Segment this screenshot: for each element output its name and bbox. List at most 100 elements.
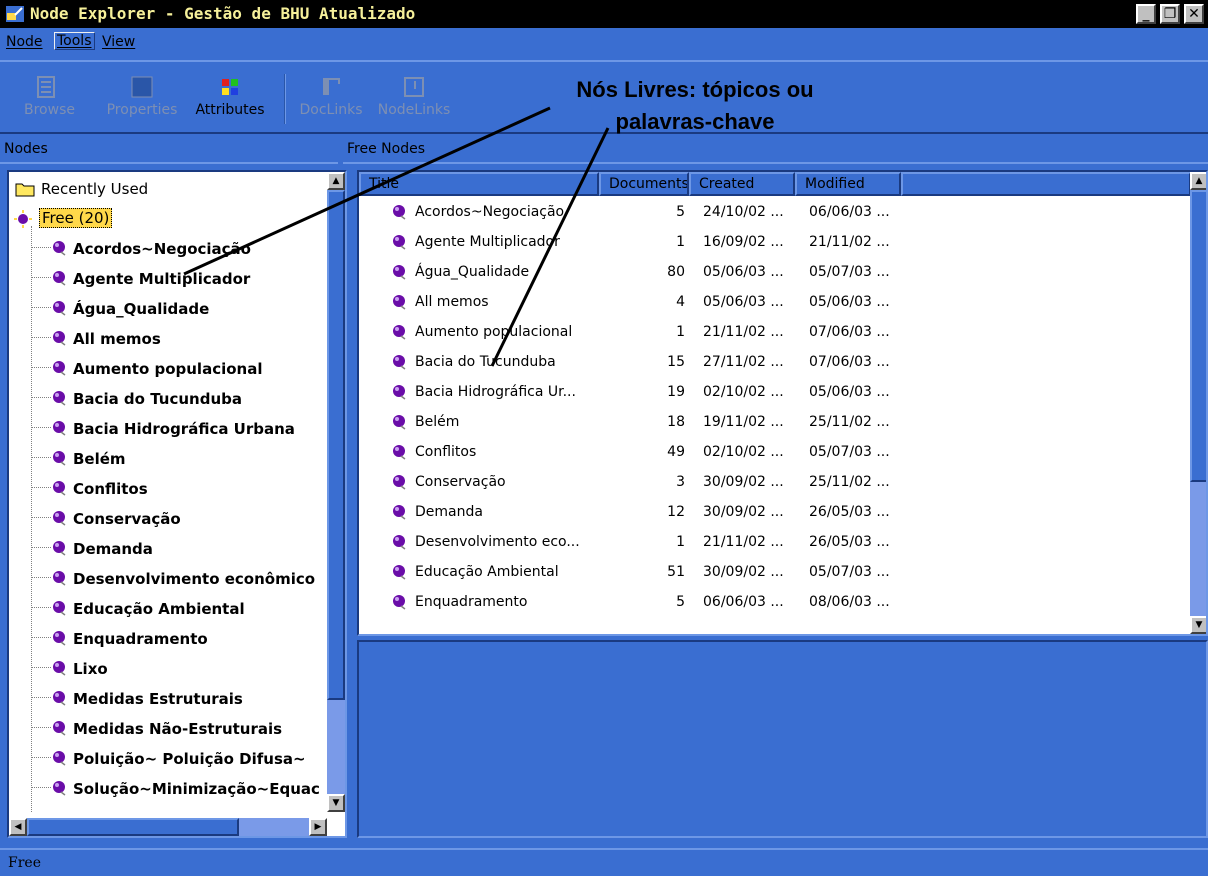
list-row-bacia-hidrografica-ur[interactable]: Bacia Hidrográfica Ur... 19 02/10/02 ... 05… <box>359 378 1191 408</box>
list-row-acordos-negociacao[interactable]: Acordos~Negociação 5 24/10/02 ... 06/06/03 … <box>359 198 1191 228</box>
tree-scroll-left-button[interactable]: ◀ <box>9 818 27 836</box>
tree-item-solucao-minimizacao-equac[interactable]: Solução~Minimização~Equac <box>9 774 327 804</box>
tree-item-lixo[interactable]: Lixo <box>9 654 327 684</box>
list-scroll-up-button[interactable]: ▲ <box>1190 172 1206 190</box>
list-row-enquadramento[interactable]: Enquadramento 5 06/06/03 ... 08/06/03 ... <box>359 588 1191 618</box>
menu-node[interactable]: Node <box>6 34 43 50</box>
tree-item-agua-qualidade[interactable]: Água_Qualidade <box>9 294 327 324</box>
tree-item-educacao-ambiental[interactable]: Educação Ambiental <box>9 594 327 624</box>
tree-scroll-thumb[interactable] <box>327 190 345 700</box>
tree-connector-branch <box>31 337 51 338</box>
tree-item-label: Demanda <box>73 540 153 558</box>
column-header-modified[interactable]: Modified <box>795 172 901 196</box>
node-icon <box>393 205 406 220</box>
list-row-conservacao[interactable]: Conservação 3 30/09/02 ... 25/11/02 ... <box>359 468 1191 498</box>
node-icon <box>53 241 66 256</box>
node-tree-panel[interactable]: Recently Used Free (20) Acordos~Negociaç… <box>7 170 347 838</box>
detail-pane <box>357 640 1208 838</box>
tree-horizontal-scrollbar[interactable]: ◀ ▶ <box>9 818 327 836</box>
tree-item-agente-multiplicador[interactable]: Agente Multiplicador <box>9 264 327 294</box>
tree-scroll-up-button[interactable]: ▲ <box>327 172 345 190</box>
list-row-all-memos[interactable]: All memos 4 05/06/03 ... 05/06/03 ... <box>359 288 1191 318</box>
properties-button[interactable]: Properties <box>102 68 182 128</box>
tree-item-belem[interactable]: Belém <box>9 444 327 474</box>
tree-item-label: Bacia Hidrográfica Urbana <box>73 420 295 438</box>
row-title: Demanda <box>415 504 483 520</box>
row-documents: 80 <box>667 264 685 280</box>
node-icon <box>393 415 406 430</box>
row-title: Conflitos <box>415 444 477 460</box>
tree-item-bacia-hidrografica-urbana[interactable]: Bacia Hidrográfica Urbana <box>9 414 327 444</box>
tree-item-conflitos[interactable]: Conflitos <box>9 474 327 504</box>
node-icon <box>53 541 66 556</box>
column-header-created[interactable]: Created <box>689 172 795 196</box>
row-modified: 21/11/02 ... <box>809 234 890 250</box>
list-row-desenvolvimento-eco[interactable]: Desenvolvimento eco... 1 21/11/02 ... 26/05… <box>359 528 1191 558</box>
node-icon <box>53 451 66 466</box>
list-scroll-thumb[interactable] <box>1190 190 1206 482</box>
node-icon <box>393 505 406 520</box>
menu-view[interactable]: View <box>102 34 135 50</box>
row-created: 06/06/03 ... <box>703 594 784 610</box>
tree-scroll-down-button[interactable]: ▼ <box>327 794 345 812</box>
node-icon <box>393 565 406 580</box>
list-row-aumento-populacional[interactable]: Aumento populacional 1 21/11/02 ... 07/06/0… <box>359 318 1191 348</box>
node-icon <box>53 601 66 616</box>
node-icon <box>53 421 66 436</box>
tree-item-medidas-nao-estruturais[interactable]: Medidas Não-Estruturais <box>9 714 327 744</box>
tree-item-medidas-estruturais[interactable]: Medidas Estruturais <box>9 684 327 714</box>
column-created-label: Created <box>699 176 755 192</box>
tree-item-enquadramento[interactable]: Enquadramento <box>9 624 327 654</box>
tree-item-aumento-populacional[interactable]: Aumento populacional <box>9 354 327 384</box>
column-header-title[interactable]: Title <box>359 172 599 196</box>
menu-tools[interactable]: Tools <box>54 32 95 50</box>
tree-item-desenvolvimento-economico[interactable]: Desenvolvimento econômico <box>9 564 327 594</box>
column-header-documents[interactable]: Documents <box>599 172 689 196</box>
free-nodes-list-panel[interactable]: Title Documents Created Modified Acordos… <box>357 170 1208 636</box>
attributes-button[interactable]: Attributes <box>192 68 268 128</box>
tree-item-free[interactable]: Free (20) <box>9 204 327 234</box>
row-created: 21/11/02 ... <box>703 324 784 340</box>
tree-item-label: Lixo <box>73 660 108 678</box>
row-title: Desenvolvimento eco... <box>415 534 580 550</box>
row-documents: 12 <box>667 504 685 520</box>
row-title: Belém <box>415 414 460 430</box>
tree-item-conservacao[interactable]: Conservação <box>9 504 327 534</box>
browse-icon <box>37 76 55 98</box>
doclinks-button[interactable]: DocLinks <box>296 68 366 128</box>
tree-item-recently-used[interactable]: Recently Used <box>9 174 327 204</box>
tree-item-poluicao-poluicao-difusa[interactable]: Poluição~ Poluição Difusa~ <box>9 744 327 774</box>
tree-item-acordos-negociacao[interactable]: Acordos~Negociação <box>9 234 327 264</box>
list-row-belem[interactable]: Belém 18 19/11/02 ... 25/11/02 ... <box>359 408 1191 438</box>
tree-item-bacia-do-tucunduba[interactable]: Bacia do Tucunduba <box>9 384 327 414</box>
list-row-conflitos[interactable]: Conflitos 49 02/10/02 ... 05/07/03 ... <box>359 438 1191 468</box>
folder-icon <box>15 183 35 197</box>
tree-connector-branch <box>31 757 51 758</box>
row-created: 19/11/02 ... <box>703 414 784 430</box>
nodelinks-button[interactable]: NodeLinks <box>370 68 458 128</box>
minimize-button[interactable]: _ <box>1136 4 1156 24</box>
browse-button[interactable]: Browse <box>24 68 75 128</box>
tree-vertical-scrollbar[interactable]: ▲ ▼ <box>327 172 345 812</box>
tree-connector-branch <box>31 787 51 788</box>
annotation-line-2: palavras-chave <box>615 109 775 134</box>
list-row-demanda[interactable]: Demanda 12 30/09/02 ... 26/05/03 ... <box>359 498 1191 528</box>
close-button[interactable]: ✕ <box>1184 4 1204 24</box>
list-row-agente-multiplicador[interactable]: Agente Multiplicador 1 16/09/02 ... 21/11/0… <box>359 228 1191 258</box>
tree-hscroll-thumb[interactable] <box>27 818 239 836</box>
tree-scroll-right-button[interactable]: ▶ <box>309 818 327 836</box>
list-row-bacia-do-tucunduba[interactable]: Bacia do Tucunduba 15 27/11/02 ... 07/06/03… <box>359 348 1191 378</box>
list-row-educacao-ambiental[interactable]: Educação Ambiental 51 30/09/02 ... 05/07/03… <box>359 558 1191 588</box>
status-bar: Free <box>0 848 1208 876</box>
tree-item-demanda[interactable]: Demanda <box>9 534 327 564</box>
list-vertical-scrollbar[interactable]: ▲ ▼ <box>1190 172 1206 634</box>
tree-item-all-memos[interactable]: All memos <box>9 324 327 354</box>
tree-connector-branch <box>31 487 51 488</box>
restore-button[interactable]: ❐ <box>1160 4 1180 24</box>
list-scroll-down-button[interactable]: ▼ <box>1190 616 1206 634</box>
title-bar: Node Explorer - Gestão de BHU Atualizado… <box>0 0 1208 28</box>
list-row-agua-qualidade[interactable]: Água_Qualidade 80 05/06/03 ... 05/07/03 ... <box>359 258 1191 288</box>
tree-connector-branch <box>31 247 51 248</box>
annotation-line-1: Nós Livres: tópicos ou <box>576 77 814 102</box>
nodes-header-rule <box>0 162 338 164</box>
